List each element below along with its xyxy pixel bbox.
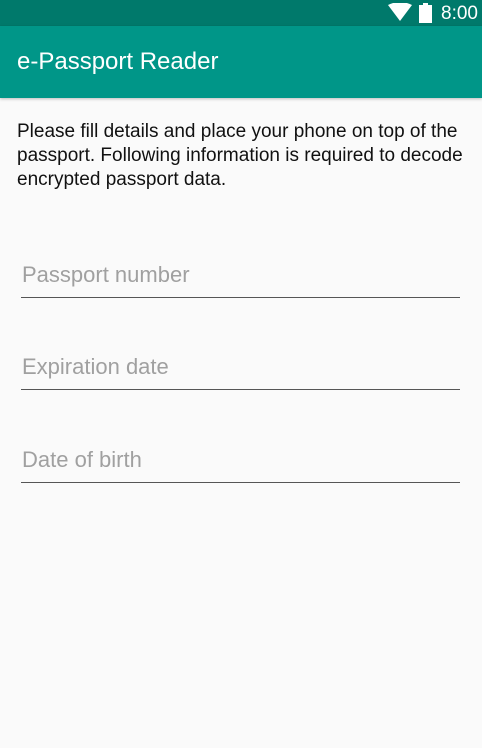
instructions-text: Please fill details and place your phone…: [17, 121, 463, 190]
battery-icon: [419, 3, 432, 23]
wifi-icon: [388, 3, 412, 21]
date-of-birth-field[interactable]: [21, 442, 460, 483]
passport-number-field[interactable]: [21, 257, 460, 298]
date-of-birth-input[interactable]: [21, 442, 460, 482]
passport-number-input[interactable]: [21, 257, 460, 297]
status-bar: 8:00: [0, 0, 482, 26]
app-bar: e-Passport Reader: [0, 26, 482, 98]
expiration-date-input[interactable]: [21, 349, 460, 389]
app-title: e-Passport Reader: [17, 48, 219, 75]
status-time: 8:00: [441, 3, 478, 24]
expiration-date-field[interactable]: [21, 349, 460, 390]
